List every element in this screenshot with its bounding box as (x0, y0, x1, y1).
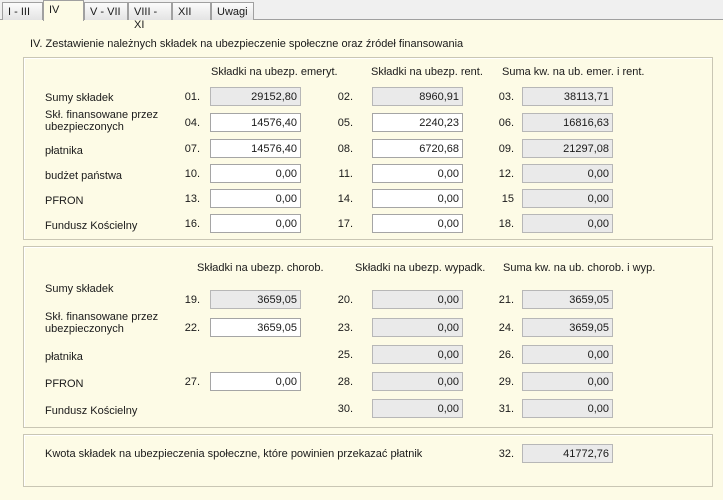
field-17[interactable]: 0,00 (372, 214, 463, 233)
field-15[interactable]: 0,00 (522, 189, 613, 208)
field-30[interactable]: 0,00 (372, 399, 463, 418)
field-16[interactable]: 0,00 (210, 214, 301, 233)
field-12[interactable]: 0,00 (522, 164, 613, 183)
field-num-21: 21. (498, 294, 514, 306)
field-num-11: 11. (338, 168, 353, 180)
field-14[interactable]: 0,00 (372, 189, 463, 208)
field-29[interactable]: 0,00 (522, 372, 613, 391)
field-num-17: 17. (337, 218, 353, 230)
field-24[interactable]: 3659,05 (522, 318, 613, 337)
field-19[interactable]: 3659,05 (210, 290, 301, 309)
tab-iv[interactable]: IV (43, 0, 84, 21)
field-num-22: 22. (184, 322, 200, 334)
header-suma-emer-rent: Suma kw. na ub. emer. i rent. (502, 66, 645, 78)
header-rent: Składki na ubezp. rent. (371, 66, 483, 78)
label-platnika-2: płatnika (45, 351, 83, 363)
tab-v-vii[interactable]: V - VII (84, 2, 128, 20)
field-31[interactable]: 0,00 (522, 399, 613, 418)
field-num-01: 01. (184, 91, 200, 103)
field-num-06: 06. (498, 117, 514, 129)
field-13[interactable]: 0,00 (210, 189, 301, 208)
field-num-13: 13. (184, 193, 200, 205)
field-num-19: 19. (184, 294, 200, 306)
label-fundusz-koscielny: Fundusz Kościelny (45, 220, 138, 232)
label-skl-finansowane-2: Skł. finansowane przez (45, 311, 159, 323)
field-04[interactable]: 14576,40 (210, 113, 301, 132)
field-num-03: 03. (498, 91, 514, 103)
label-sumy-skladek: Sumy składek (45, 92, 114, 104)
field-num-30: 30. (337, 403, 353, 415)
field-num-32: 32. (498, 448, 514, 460)
label-pfron-2: PFRON (45, 378, 84, 390)
field-num-18: 18. (498, 218, 514, 230)
field-08[interactable]: 6720,68 (372, 139, 463, 158)
label-ubezpieczonych: ubezpieczonych (45, 121, 124, 133)
field-num-24: 24. (498, 322, 514, 334)
header-wypadk: Składki na ubezp. wypadk. (355, 262, 486, 274)
field-num-14: 14. (337, 193, 353, 205)
field-11[interactable]: 0,00 (372, 164, 463, 183)
field-07[interactable]: 14576,40 (210, 139, 301, 158)
page-title: IV. Zestawienie należnych składek na ube… (30, 38, 464, 50)
field-num-07: 07. (184, 143, 200, 155)
label-platnika: płatnika (45, 145, 83, 157)
tab-bar: I - III IV V - VII VIII - XI XII Uwagi (0, 0, 723, 31)
field-21[interactable]: 3659,05 (522, 290, 613, 309)
field-num-16: 16. (184, 218, 200, 230)
field-num-02: 02. (337, 91, 353, 103)
tab-xii[interactable]: XII (172, 2, 211, 20)
field-25[interactable]: 0,00 (372, 345, 463, 364)
field-num-09: 09. (498, 143, 514, 155)
label-budzet-panstwa: budżet państwa (45, 170, 123, 182)
label-kwota-skladek: Kwota składek na ubezpieczenia społeczne… (45, 448, 423, 460)
tab-uwagi[interactable]: Uwagi (211, 2, 254, 20)
label-sumy-skladek-2: Sumy składek (45, 283, 114, 295)
field-num-29: 29. (498, 376, 514, 388)
field-01[interactable]: 29152,80 (210, 87, 301, 106)
field-num-27: 27. (184, 376, 200, 388)
field-32[interactable]: 41772,76 (522, 444, 613, 463)
field-10[interactable]: 0,00 (210, 164, 301, 183)
field-02[interactable]: 8960,91 (372, 87, 463, 106)
field-05[interactable]: 2240,23 (372, 113, 463, 132)
field-03[interactable]: 38113,71 (522, 87, 613, 106)
field-18[interactable]: 0,00 (522, 214, 613, 233)
field-num-20: 20. (337, 294, 353, 306)
field-num-26: 26. (498, 349, 514, 361)
field-20[interactable]: 0,00 (372, 290, 463, 309)
field-28[interactable]: 0,00 (372, 372, 463, 391)
field-26[interactable]: 0,00 (522, 345, 613, 364)
field-num-25: 25. (337, 349, 353, 361)
label-fundusz-koscielny-2: Fundusz Kościelny (45, 405, 138, 417)
field-23[interactable]: 0,00 (372, 318, 463, 337)
field-09[interactable]: 21297,08 (522, 139, 613, 158)
header-suma-chorob-wyp: Suma kw. na ub. chorob. i wyp. (503, 262, 656, 274)
field-num-15: 15 (501, 193, 514, 205)
header-chorob: Składki na ubezp. chorob. (197, 262, 324, 274)
field-22[interactable]: 3659,05 (210, 318, 301, 337)
field-num-28: 28. (337, 376, 353, 388)
field-num-23: 23. (337, 322, 353, 334)
tab-viii-xi[interactable]: VIII - XI (128, 2, 172, 31)
label-pfron: PFRON (45, 195, 84, 207)
header-emeryt: Składki na ubezp. emeryt. (211, 66, 338, 78)
label-ubezpieczonych-2: ubezpieczonych (45, 323, 124, 335)
field-num-05: 05. (337, 117, 353, 129)
field-27[interactable]: 0,00 (210, 372, 301, 391)
tab-i-iii[interactable]: I - III (2, 2, 43, 20)
label-skl-finansowane: Skł. finansowane przez (45, 109, 159, 121)
field-num-31: 31. (498, 403, 514, 415)
field-06[interactable]: 16816,63 (522, 113, 613, 132)
field-num-04: 04. (184, 117, 200, 129)
field-num-08: 08. (337, 143, 353, 155)
field-num-10: 10. (184, 168, 200, 180)
field-num-12: 12. (498, 168, 514, 180)
